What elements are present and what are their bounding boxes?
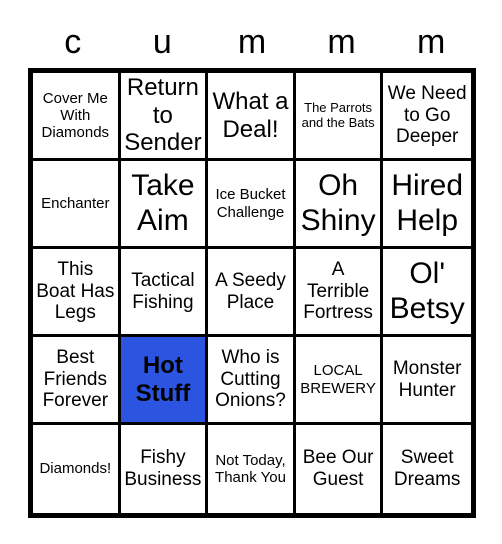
bingo-square-label: Diamonds! xyxy=(39,460,112,478)
header-letter-1: u xyxy=(152,23,172,61)
bingo-square[interactable]: Who is Cutting Onions? xyxy=(208,337,296,425)
bingo-square-label: Sweet Dreams xyxy=(393,447,461,490)
bingo-square[interactable]: Take Aim xyxy=(120,161,209,249)
bingo-square-label: Hot Stuff xyxy=(135,352,191,407)
bingo-square-label: Not Today, Thank You xyxy=(215,451,286,486)
bingo-square-label: Monster Hunter xyxy=(392,357,462,401)
bingo-square-label: LOCAL BREWERY xyxy=(300,362,376,397)
bingo-square[interactable]: The Parrots and the Bats xyxy=(295,73,384,161)
bingo-square[interactable]: A Terrible Fortress xyxy=(295,249,384,337)
bingo-square-label: What a Deal! xyxy=(212,88,289,143)
header-letter-4: m xyxy=(417,23,446,61)
bingo-square[interactable]: Fishy Business xyxy=(120,425,209,513)
bingo-square[interactable]: What a Deal! xyxy=(208,73,296,161)
bingo-header-letters: c u m m m xyxy=(28,18,476,66)
header-letter-2: m xyxy=(237,23,267,61)
bingo-square[interactable]: Bee Our Guest xyxy=(295,425,384,513)
header-letter-3: m xyxy=(327,23,356,61)
bingo-square-label: A Terrible Fortress xyxy=(303,259,373,324)
bingo-square[interactable]: Sweet Dreams xyxy=(383,425,471,513)
bingo-square-label: The Parrots and the Bats xyxy=(301,99,375,130)
bingo-square[interactable]: Not Today, Thank You xyxy=(208,425,296,513)
bingo-square-label: Ice Bucket Challenge xyxy=(215,186,286,221)
bingo-grid: Cover Me With Diamonds Return to Sender … xyxy=(28,68,476,518)
bingo-square[interactable]: Tactical Fishing xyxy=(120,249,209,337)
bingo-square[interactable]: Monster Hunter xyxy=(383,337,471,425)
bingo-square[interactable]: Enchanter xyxy=(33,161,121,249)
bingo-square-label: Tactical Fishing xyxy=(131,269,195,313)
bingo-square-label: A Seedy Place xyxy=(215,269,286,313)
bingo-square[interactable]: Best Friends Forever xyxy=(33,337,121,425)
bingo-square-label: Oh Shiny xyxy=(300,169,376,237)
bingo-square-marked[interactable]: Hot Stuff xyxy=(120,337,209,425)
bingo-square-label: Enchanter xyxy=(41,194,110,212)
bingo-square-label: Cover Me With Diamonds xyxy=(41,89,110,142)
bingo-square[interactable]: LOCAL BREWERY xyxy=(295,337,384,425)
bingo-square-label: Best Friends Forever xyxy=(42,347,109,412)
bingo-square-label: This Boat Has Legs xyxy=(36,259,115,324)
bingo-square-label: Hired Help xyxy=(391,169,464,237)
header-letter-0: c xyxy=(64,23,82,61)
bingo-square[interactable]: A Seedy Place xyxy=(208,249,296,337)
bingo-square[interactable]: Hired Help xyxy=(383,161,471,249)
bingo-square-label: Take Aim xyxy=(131,169,195,237)
bingo-square[interactable]: Ice Bucket Challenge xyxy=(208,161,296,249)
bingo-square[interactable]: Ol' Betsy xyxy=(383,249,471,337)
bingo-square[interactable]: Oh Shiny xyxy=(295,161,384,249)
bingo-square[interactable]: Diamonds! xyxy=(33,425,121,513)
bingo-square-label: We Need to Go Deeper xyxy=(387,83,467,148)
bingo-square-label: Who is Cutting Onions? xyxy=(215,347,286,412)
bingo-card: c u m m m Cover Me With Diamonds Return … xyxy=(0,0,502,544)
bingo-square[interactable]: We Need to Go Deeper xyxy=(383,73,471,161)
bingo-square-label: Return to Sender xyxy=(124,74,202,157)
bingo-square[interactable]: This Boat Has Legs xyxy=(33,249,121,337)
bingo-square-label: Ol' Betsy xyxy=(389,257,465,325)
bingo-square-label: Bee Our Guest xyxy=(302,447,374,490)
bingo-square[interactable]: Return to Sender xyxy=(120,73,209,161)
bingo-square-label: Fishy Business xyxy=(124,447,202,490)
bingo-square[interactable]: Cover Me With Diamonds xyxy=(33,73,121,161)
